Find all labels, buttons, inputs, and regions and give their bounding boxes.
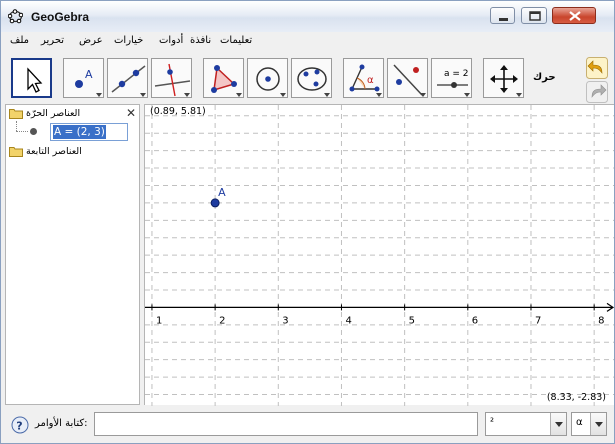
menu-file[interactable]: ملف (10, 35, 29, 46)
chevron-down-icon (464, 93, 470, 97)
tree-line (16, 121, 17, 131)
graphics-view[interactable]: 1 2 3 4 5 6 7 8 A (0.89, 5.81) (8.33, -2.83) (144, 104, 615, 406)
x-tick-label: 6 (472, 315, 478, 326)
tree-line (16, 131, 28, 132)
tool-perpendicular[interactable] (151, 58, 192, 98)
move-arrow-icon (27, 67, 43, 93)
maximize-button[interactable] (521, 7, 547, 24)
symbol-value: ² (490, 417, 495, 428)
geogebra-logo-icon (8, 9, 23, 24)
greek-dropdown[interactable]: α (571, 412, 607, 436)
tool-slider[interactable]: a = 2 (431, 58, 472, 98)
folder-icon (9, 147, 23, 157)
title-bar: GeoGebra (1, 1, 614, 32)
undo-icon[interactable] (586, 57, 608, 79)
menu-tools[interactable]: أدوات (159, 35, 183, 46)
minimize-button[interactable] (490, 7, 515, 24)
algebra-object-A[interactable]: A = (2, 3) (50, 123, 128, 141)
tool-conic[interactable] (291, 58, 332, 98)
tool-circle[interactable] (247, 58, 288, 98)
algebra-object-text[interactable]: A = (2, 3) (53, 125, 106, 139)
tool-move[interactable] (11, 58, 52, 98)
tool-polygon[interactable] (203, 58, 244, 98)
x-tick-label: 8 (598, 315, 604, 326)
menu-edit[interactable]: تحرير (41, 35, 64, 46)
chevron-down-icon[interactable] (590, 413, 606, 435)
chevron-down-icon (516, 93, 522, 97)
slider-tool-label: a = 2 (444, 69, 469, 79)
tool-reflect[interactable] (387, 58, 428, 98)
close-button[interactable] (552, 7, 596, 24)
x-tick-label: 1 (156, 315, 162, 326)
x-tick-label: 2 (219, 315, 225, 326)
tool-help-text: حرك (533, 72, 556, 83)
point-visibility-toggle[interactable] (30, 128, 37, 135)
close-icon (569, 11, 581, 21)
maximize-icon (529, 11, 541, 21)
greek-value: α (576, 417, 583, 428)
redo-icon[interactable] (586, 81, 608, 103)
chevron-down-icon (236, 93, 242, 97)
point-A (210, 198, 220, 208)
algebra-view: ✕ العناصر الحرّة A = (2, 3) العناصر التا… (5, 104, 140, 405)
coordinate-plane[interactable]: 1 2 3 4 5 6 7 8 A (145, 105, 615, 406)
x-tick-label: 5 (409, 315, 415, 326)
help-icon[interactable]: ? (11, 416, 29, 434)
folder-icon (9, 109, 23, 119)
menu-options[interactable]: خيارات (114, 35, 143, 46)
chevron-down-icon (324, 93, 330, 97)
symbol-dropdown[interactable]: ² (485, 412, 567, 436)
svg-text:?: ? (16, 420, 22, 433)
point-A-label: A (218, 186, 226, 199)
chevron-down-icon (420, 93, 426, 97)
tool-angle[interactable]: α (343, 58, 384, 98)
chevron-down-icon (96, 93, 102, 97)
toolbar: A α a = 2 حرك (1, 52, 614, 103)
menu-help[interactable]: تعليمات (220, 35, 252, 46)
command-input[interactable] (94, 412, 478, 436)
x-tick-label: 4 (345, 315, 351, 326)
close-icon[interactable]: ✕ (126, 106, 136, 120)
free-objects-label[interactable]: العناصر الحرّة (26, 108, 80, 119)
svg-text:α: α (367, 75, 374, 86)
chevron-down-icon (376, 93, 382, 97)
geogebra-window: GeoGebra ملف تحرير عرض خيارات أدوات نافذ… (0, 0, 615, 444)
input-bar: ? كتابة الأوامر: ² α (1, 406, 614, 443)
x-tick-label: 3 (282, 315, 288, 326)
tool-move-graphics-view[interactable] (483, 58, 524, 98)
bottom-right-coordinates: (8.33, -2.83) (546, 392, 606, 403)
chevron-down-icon (184, 93, 190, 97)
menu-bar: ملف تحرير عرض خيارات أدوات نافذة تعليمات (1, 32, 614, 52)
dependent-objects-label[interactable]: العناصر التابعة (26, 146, 82, 157)
chevron-down-icon (140, 93, 146, 97)
menu-window[interactable]: نافذة (190, 35, 211, 46)
menu-view[interactable]: عرض (79, 35, 103, 46)
svg-text:A: A (85, 68, 93, 81)
chevron-down-icon[interactable] (550, 413, 566, 435)
tool-line[interactable] (107, 58, 148, 98)
tool-new-point[interactable]: A (63, 58, 104, 98)
minimize-icon (499, 18, 508, 21)
window-title: GeoGebra (31, 10, 90, 24)
x-tick-label: 7 (535, 315, 541, 326)
input-label: كتابة الأوامر: (35, 418, 88, 429)
chevron-down-icon (280, 93, 286, 97)
top-left-coordinates: (0.89, 5.81) (150, 106, 206, 117)
